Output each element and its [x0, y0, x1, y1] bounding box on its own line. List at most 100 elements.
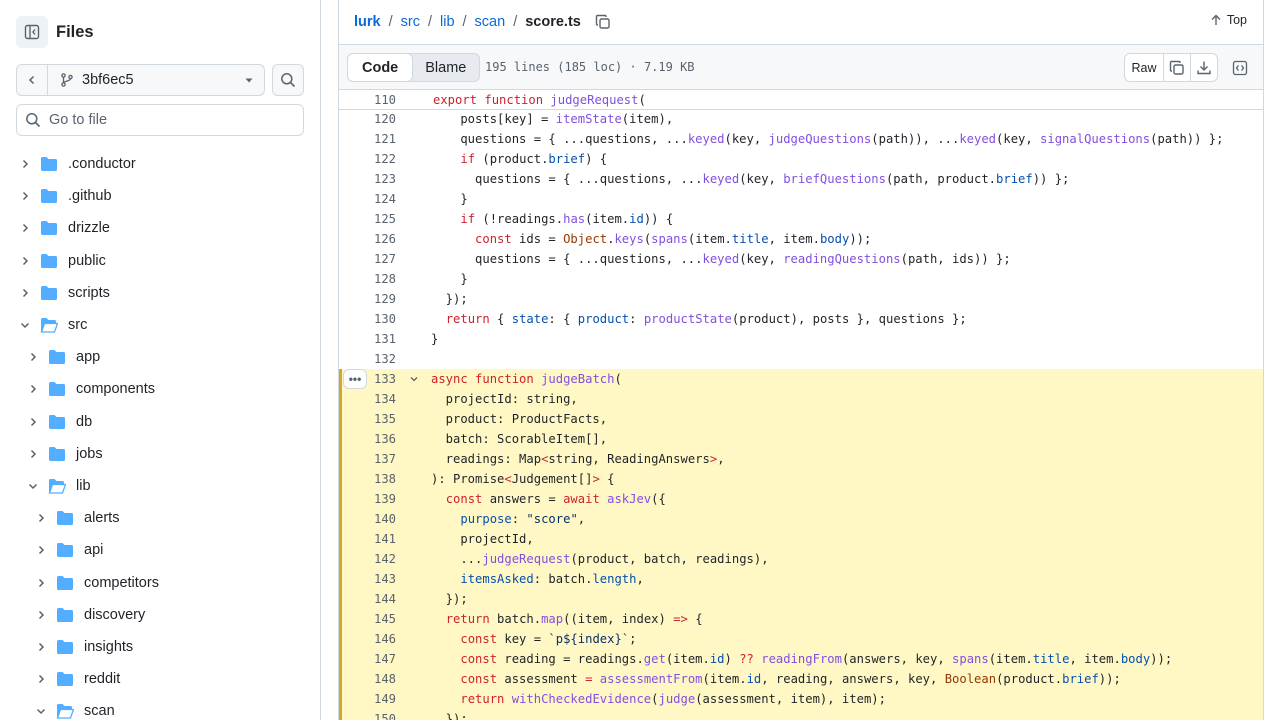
chevron-right-icon	[38, 514, 45, 523]
tree-item-label: .github	[68, 188, 112, 205]
branch-selector[interactable]: 3bf6ec5	[48, 65, 264, 95]
copy-raw-button[interactable]	[1163, 54, 1190, 81]
line-options-button[interactable]: •••	[343, 369, 367, 389]
tree-toggle[interactable]	[33, 575, 49, 591]
tree-item-src[interactable]: src	[0, 309, 320, 341]
line-number[interactable]: 132	[339, 352, 396, 366]
tree-item-alerts[interactable]: alerts	[0, 502, 320, 534]
folder-icon	[49, 414, 65, 429]
breadcrumb-separator: /	[427, 14, 432, 30]
tree-toggle[interactable]	[33, 510, 49, 526]
tree-item-lib[interactable]: lib	[0, 470, 320, 502]
line-number[interactable]: 125	[339, 212, 396, 226]
sticky-scope-header[interactable]: 110 export function judgeRequest(	[339, 90, 1263, 110]
line-number[interactable]: 141	[339, 532, 396, 546]
tree-item-competitors[interactable]: competitors	[0, 566, 320, 598]
line-number[interactable]: 127	[339, 252, 396, 266]
tree-toggle[interactable]	[17, 220, 33, 236]
symbols-panel-button[interactable]	[1229, 57, 1251, 79]
tab-blame[interactable]: Blame	[412, 54, 479, 81]
line-number[interactable]: 136	[339, 432, 396, 446]
line-number[interactable]: 134	[339, 392, 396, 406]
top-button[interactable]: Top	[1210, 13, 1247, 27]
line-number[interactable]: 129	[339, 292, 396, 306]
folder-icon	[57, 575, 73, 590]
line-number[interactable]: 139	[339, 492, 396, 506]
breadcrumb-repo[interactable]: lurk	[354, 14, 381, 30]
tree-toggle[interactable]	[33, 542, 49, 558]
tree-toggle[interactable]	[25, 349, 41, 365]
tree-item-app[interactable]: app	[0, 341, 320, 373]
line-number[interactable]: 130	[339, 312, 396, 326]
line-number[interactable]: 149	[339, 692, 396, 706]
line-number[interactable]: 140	[339, 512, 396, 526]
breadcrumb-src[interactable]: src	[401, 14, 420, 30]
tree-item-jobs[interactable]: jobs	[0, 438, 320, 470]
go-to-file-field[interactable]	[16, 104, 304, 136]
raw-button[interactable]: Raw	[1125, 54, 1163, 81]
tree-item-discovery[interactable]: discovery	[0, 599, 320, 631]
tree-toggle[interactable]	[17, 317, 33, 333]
line-number[interactable]: 122	[339, 152, 396, 166]
code-line: 125 if (!readings.has(item.id)) {	[339, 209, 1263, 229]
line-number[interactable]: 147	[339, 652, 396, 666]
line-number[interactable]: 126	[339, 232, 396, 246]
tree-toggle[interactable]	[25, 478, 41, 494]
tree-item-scripts[interactable]: scripts	[0, 277, 320, 309]
tree-item-components[interactable]: components	[0, 373, 320, 405]
breadcrumb-scan[interactable]: scan	[475, 14, 506, 30]
tab-code[interactable]: Code	[347, 53, 414, 82]
back-button[interactable]	[17, 65, 48, 95]
tree-toggle[interactable]	[33, 671, 49, 687]
tree-item-dot-conductor[interactable]: .conductor	[0, 148, 320, 180]
tree-toggle[interactable]	[17, 156, 33, 172]
tree-toggle[interactable]	[25, 414, 41, 430]
tree-item-db[interactable]: db	[0, 406, 320, 438]
chevron-right-icon	[22, 256, 29, 265]
breadcrumb-lib[interactable]: lib	[440, 14, 455, 30]
go-to-file-input[interactable]	[49, 112, 289, 128]
search-button[interactable]	[272, 64, 304, 96]
tree-item-scan[interactable]: scan	[0, 695, 320, 720]
tree-item-public[interactable]: public	[0, 245, 320, 277]
line-number[interactable]: 145	[339, 612, 396, 626]
tree-toggle[interactable]	[17, 188, 33, 204]
code-square-icon	[1232, 60, 1248, 76]
line-number[interactable]: 110	[339, 93, 396, 107]
line-number[interactable]: 142	[339, 552, 396, 566]
tree-toggle[interactable]	[33, 703, 49, 719]
tree-toggle[interactable]	[17, 253, 33, 269]
line-code: ...judgeRequest(product, batch, readings…	[431, 552, 769, 566]
line-number[interactable]: 138	[339, 472, 396, 486]
line-code: product: ProductFacts,	[431, 412, 608, 426]
line-number[interactable]: 146	[339, 632, 396, 646]
collapse-sidebar-button[interactable]	[16, 16, 48, 48]
fold-toggle[interactable]	[396, 374, 431, 384]
tree-toggle[interactable]	[25, 446, 41, 462]
tree-item-api[interactable]: api	[0, 534, 320, 566]
tree-item-reddit[interactable]: reddit	[0, 663, 320, 695]
tree-folder	[56, 510, 74, 526]
line-number[interactable]: 135	[339, 412, 396, 426]
download-button[interactable]	[1190, 54, 1217, 81]
line-number[interactable]: 144	[339, 592, 396, 606]
line-number[interactable]: 128	[339, 272, 396, 286]
line-number[interactable]: 121	[339, 132, 396, 146]
tree-item-drizzle[interactable]: drizzle	[0, 212, 320, 244]
tree-item-insights[interactable]: insights	[0, 631, 320, 663]
tree-item-dot-github[interactable]: .github	[0, 180, 320, 212]
line-number[interactable]: 137	[339, 452, 396, 466]
branch-row: 3bf6ec5	[16, 64, 304, 96]
line-number[interactable]: 120	[339, 112, 396, 126]
tree-toggle[interactable]	[33, 639, 49, 655]
line-number[interactable]: 123	[339, 172, 396, 186]
line-number[interactable]: 143	[339, 572, 396, 586]
line-number[interactable]: 131	[339, 332, 396, 346]
line-number[interactable]: 148	[339, 672, 396, 686]
copy-path-button[interactable]	[595, 14, 611, 30]
tree-toggle[interactable]	[17, 285, 33, 301]
tree-toggle[interactable]	[33, 607, 49, 623]
line-number[interactable]: 150	[339, 712, 396, 720]
line-number[interactable]: 124	[339, 192, 396, 206]
tree-toggle[interactable]	[25, 381, 41, 397]
